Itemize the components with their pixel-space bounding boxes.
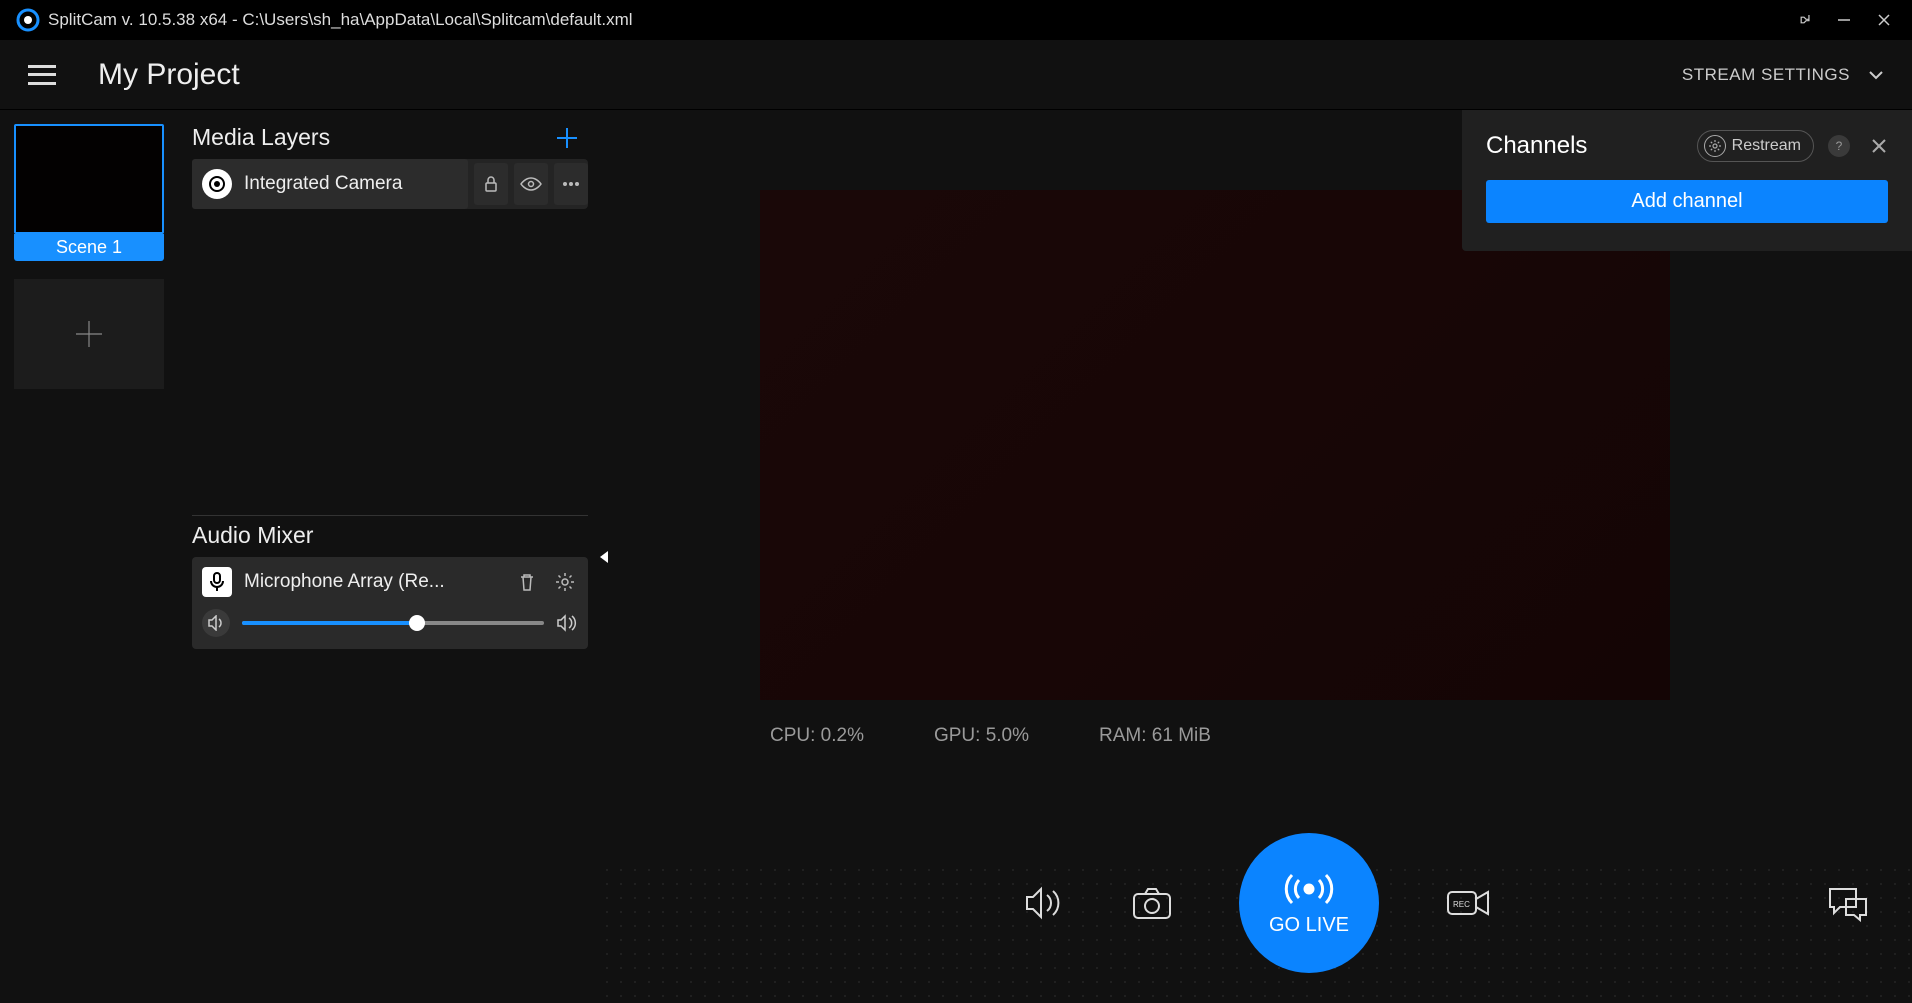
record-button[interactable]: REC [1445,888,1491,918]
system-stats: CPU: 0.2% GPU: 5.0% RAM: 61 MiB [770,725,1211,747]
visibility-layer-button[interactable] [514,163,548,205]
channels-panel: Channels Restream ? Add channel [1462,110,1912,251]
audio-toggle-button[interactable] [1021,885,1065,921]
window-title: SplitCam v. 10.5.38 x64 - C:\Users\sh_ha… [48,10,1794,30]
go-live-button[interactable]: GO LIVE [1239,833,1379,973]
cpu-stat: CPU: 0.2% [770,725,864,747]
media-layers-title: Media Layers [192,124,330,151]
mixer-row: Microphone Array (Re... [192,557,588,649]
chevron-down-icon [1868,70,1884,80]
app-logo-icon [16,8,40,32]
snapshot-button[interactable] [1131,886,1173,920]
chat-button[interactable] [1826,885,1870,923]
lock-layer-button[interactable] [474,163,508,205]
pin-icon[interactable] [1794,10,1814,30]
ram-stat: RAM: 61 MiB [1099,725,1211,747]
add-layer-button[interactable] [554,125,580,151]
mixer-settings-button[interactable] [552,569,578,595]
menu-button[interactable] [28,65,56,85]
restream-label: Restream [1732,137,1801,155]
volume-icon [556,614,578,632]
bottom-toolbar: GO LIVE REC [600,833,1912,973]
gpu-stat: GPU: 5.0% [934,725,1029,747]
scene-label[interactable]: Scene 1 [14,234,164,261]
svg-text:REC: REC [1453,900,1470,909]
preview-canvas[interactable] [760,190,1670,700]
close-panel-button[interactable] [1870,137,1888,155]
audio-mixer-header: Audio Mixer [192,522,588,549]
camera-layer-icon [202,169,232,199]
microphone-icon [202,567,232,597]
scene-thumbnail[interactable] [14,124,164,234]
channels-title: Channels [1486,132,1683,160]
delete-mixer-button[interactable] [514,569,540,595]
window-titlebar: SplitCam v. 10.5.38 x64 - C:\Users\sh_ha… [0,0,1912,40]
project-title: My Project [98,58,1682,92]
stream-settings-button[interactable]: STREAM SETTINGS [1682,65,1884,85]
center-area: CPU: 0.2% GPU: 5.0% RAM: 61 MiB GO LIVE … [600,110,1912,1003]
gear-icon [1704,135,1726,157]
audio-mixer-title: Audio Mixer [192,522,313,549]
go-live-label: GO LIVE [1269,914,1349,937]
help-button[interactable]: ? [1828,135,1850,157]
mute-button[interactable] [202,609,230,637]
app-header: My Project STREAM SETTINGS [0,40,1912,110]
layer-more-button[interactable] [554,163,588,205]
mixer-source-name: Microphone Array (Re... [244,571,502,593]
volume-slider[interactable] [242,621,544,625]
scenes-column: Scene 1 [0,110,180,1003]
add-scene-button[interactable] [14,279,164,389]
restream-button[interactable]: Restream [1697,130,1814,162]
minimize-button[interactable] [1834,10,1854,30]
add-channel-button[interactable]: Add channel [1486,180,1888,223]
stream-settings-label: STREAM SETTINGS [1682,65,1850,85]
layer-row[interactable]: Integrated Camera [192,159,588,209]
media-layers-header: Media Layers [192,124,588,151]
side-panel: Media Layers Integrated Camera Audio M [180,110,600,1003]
close-button[interactable] [1874,10,1894,30]
layer-name: Integrated Camera [244,173,402,195]
